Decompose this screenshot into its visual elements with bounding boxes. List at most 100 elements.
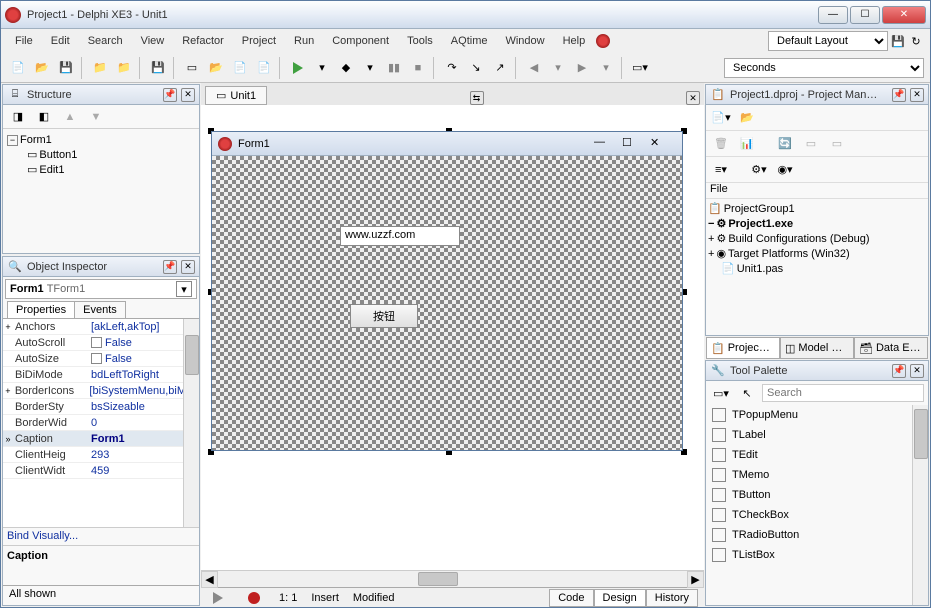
form-min-button[interactable]: — <box>594 136 620 152</box>
new-icon[interactable]: 📄 <box>7 57 29 79</box>
folder2-icon[interactable]: 📁 <box>113 57 135 79</box>
prop-row-borderwidth[interactable]: BorderWid0 <box>3 415 199 431</box>
folder-icon[interactable]: 📁 <box>89 57 111 79</box>
remove-file-icon[interactable]: 📄 <box>253 57 275 79</box>
tab-nav-icon[interactable]: ⇆ <box>470 91 484 105</box>
structure-down-icon[interactable]: ▼ <box>85 106 107 128</box>
prop-row-clientwidth[interactable]: ClientWidt459 <box>3 463 199 479</box>
form-designer[interactable]: Form1 — ☐ ✕ www.uzzf.com 按钮 <box>201 105 704 570</box>
tp-search-input[interactable] <box>762 384 924 402</box>
run-icon[interactable] <box>287 57 309 79</box>
palette-item-tradiobutton[interactable]: TRadioButton <box>706 525 928 545</box>
tab-properties[interactable]: Properties <box>7 301 75 318</box>
design-edit1[interactable]: www.uzzf.com <box>340 226 460 246</box>
pm-sync-icon[interactable]: 🔄 <box>774 133 796 155</box>
palette-item-tpopupmenu[interactable]: TPopupMenu <box>706 405 928 425</box>
palette-item-tbutton[interactable]: TButton <box>706 485 928 505</box>
delete-layout-icon[interactable]: ↻ <box>908 33 924 49</box>
pm-view-icon[interactable]: 📊 <box>736 133 758 155</box>
save2-icon[interactable]: 💾 <box>147 57 169 79</box>
prop-row-caption[interactable]: »CaptionForm1 <box>3 431 199 447</box>
design-button1[interactable]: 按钮 <box>350 304 418 328</box>
add-file-icon[interactable]: 📄 <box>229 57 251 79</box>
structure-close-icon[interactable]: ✕ <box>181 88 195 102</box>
oi-scrollbar[interactable] <box>183 319 199 527</box>
step-into-icon[interactable]: ↘ <box>465 57 487 79</box>
pm-platform-icon[interactable]: ◉▾ <box>774 159 796 181</box>
pm-new-icon[interactable]: 📄▾ <box>710 107 732 129</box>
chevron-down-icon[interactable]: ▾ <box>176 281 192 297</box>
maximize-button[interactable]: ☐ <box>850 6 880 24</box>
open-project-icon[interactable]: 📂 <box>205 57 227 79</box>
tab-model[interactable]: ◫Model … <box>780 337 854 359</box>
pm-build-config[interactable]: +⚙ Build Configurations (Debug) <box>708 231 926 246</box>
palette-item-tlistbox[interactable]: TListBox <box>706 545 928 565</box>
scroll-right-icon[interactable]: ▶ <box>687 571 704 588</box>
menu-run[interactable]: Run <box>286 32 322 50</box>
prop-row-anchors[interactable]: +Anchors[akLeft,akTop] <box>3 319 199 335</box>
pause-icon[interactable]: ▮▮ <box>383 57 405 79</box>
tab-projects[interactable]: 📋Projec… <box>706 337 780 359</box>
pm-target-platforms[interactable]: +◉ Target Platforms (Win32) <box>708 246 926 261</box>
pm-remove-icon[interactable]: 🗑 <box>710 133 732 155</box>
menu-window[interactable]: Window <box>497 32 552 50</box>
step-out-icon[interactable]: ↗ <box>489 57 511 79</box>
pm-build-icon[interactable]: ⚙▾ <box>748 159 770 181</box>
pm-collapse-icon[interactable]: ▭ <box>826 133 848 155</box>
oi-selector[interactable]: Form1 TForm1 ▾ <box>5 279 197 299</box>
step-over-icon[interactable]: ↷ <box>441 57 463 79</box>
tree-node-edit1[interactable]: ▭ Edit1 <box>7 162 195 177</box>
palette-item-tcheckbox[interactable]: TCheckBox <box>706 505 928 525</box>
palette-item-tmemo[interactable]: TMemo <box>706 465 928 485</box>
pm-close-icon[interactable]: ✕ <box>910 88 924 102</box>
fwd-dd-icon[interactable]: ▾ <box>595 57 617 79</box>
debug-breakpoint-icon[interactable]: ◆ <box>335 57 357 79</box>
palette-item-tedit[interactable]: TEdit <box>706 445 928 465</box>
tp-list[interactable]: TPopupMenuTLabelTEditTMemoTButtonTCheckB… <box>706 405 928 605</box>
tab-close-icon[interactable]: ✕ <box>686 91 700 105</box>
pm-add-icon[interactable]: 📂 <box>736 107 758 129</box>
pm-project-exe[interactable]: −⚙ Project1.exe <box>708 216 926 231</box>
run-dd-icon[interactable]: ▾ <box>311 57 333 79</box>
pm-pin-icon[interactable]: 📌 <box>892 88 906 102</box>
tp-scrollbar[interactable] <box>912 405 928 605</box>
prop-row-borderstyle[interactable]: BorderStybsSizeable <box>3 399 199 415</box>
minimize-button[interactable]: — <box>818 6 848 24</box>
save-layout-icon[interactable]: 💾 <box>890 33 906 49</box>
globe-icon[interactable] <box>595 33 611 49</box>
menu-component[interactable]: Component <box>324 32 397 50</box>
bind-visually-link[interactable]: Bind Visually... <box>3 527 199 545</box>
structure-pin-icon[interactable]: 📌 <box>163 88 177 102</box>
oi-pin-icon[interactable]: 📌 <box>163 260 177 274</box>
tab-history[interactable]: History <box>646 589 698 607</box>
tab-events[interactable]: Events <box>74 301 126 318</box>
form-close-button[interactable]: ✕ <box>650 136 676 152</box>
macro-play-icon[interactable] <box>207 587 229 608</box>
save-icon[interactable]: 💾 <box>55 57 77 79</box>
menu-edit[interactable]: Edit <box>43 32 78 50</box>
pm-expand-icon[interactable]: ▭ <box>800 133 822 155</box>
target-dd-icon[interactable]: ▭▾ <box>629 57 651 79</box>
structure-up-icon[interactable]: ▲ <box>59 106 81 128</box>
scroll-left-icon[interactable]: ◀ <box>201 571 218 588</box>
menu-search[interactable]: Search <box>80 32 131 50</box>
menu-refactor[interactable]: Refactor <box>174 32 232 50</box>
layout-select[interactable]: Default Layout <box>768 31 888 51</box>
menu-tools[interactable]: Tools <box>399 32 441 50</box>
new-form-icon[interactable]: ▭ <box>181 57 203 79</box>
close-button[interactable]: ✕ <box>882 6 926 24</box>
stop-icon[interactable]: ■ <box>407 57 429 79</box>
palette-item-tlabel[interactable]: TLabel <box>706 425 928 445</box>
seconds-select[interactable]: Seconds <box>724 58 924 78</box>
tp-pointer-icon[interactable]: ↖ <box>736 382 758 404</box>
designer-hscroll[interactable]: ◀ ▶ <box>201 570 704 587</box>
prop-row-autoscroll[interactable]: AutoScrollFalse <box>3 335 199 351</box>
macro-record-icon[interactable] <box>243 587 265 608</box>
debug-dd-icon[interactable]: ▾ <box>359 57 381 79</box>
tp-cat-icon[interactable]: ▭▾ <box>710 382 732 404</box>
pm-unit1[interactable]: 📄 Unit1.pas <box>708 261 926 276</box>
open-icon[interactable]: 📂 <box>31 57 53 79</box>
pm-sort-icon[interactable]: ≡▾ <box>710 159 732 181</box>
structure-expand-icon[interactable]: ◨ <box>7 106 29 128</box>
prop-row-bidimode[interactable]: BiDiModebdLeftToRight <box>3 367 199 383</box>
